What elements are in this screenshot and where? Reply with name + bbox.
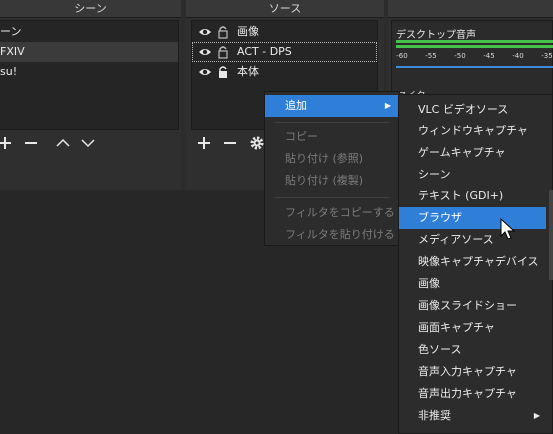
submenu-item[interactable]: ウィンドウキャプチャ bbox=[399, 120, 552, 142]
submenu-item[interactable]: VLC ビデオソース bbox=[399, 99, 552, 121]
menu-item-copy-filters[interactable]: フィルタをコピーする bbox=[265, 202, 399, 224]
meter-scale: -60 -55 -50 -45 -40 -35 bbox=[396, 0, 553, 60]
meter-tick: -50 bbox=[454, 52, 466, 60]
source-item-label: 本体 bbox=[237, 65, 259, 78]
source-item[interactable]: 本体 bbox=[192, 62, 377, 82]
menu-item-paste-duplicate-label: 貼り付け (複製) bbox=[285, 174, 364, 187]
down-icon[interactable] bbox=[77, 130, 99, 156]
submenu-item[interactable]: 音声出力キャプチャ bbox=[399, 383, 552, 405]
scenes-dock-title: シーン bbox=[0, 0, 181, 18]
meter-tick: -60 bbox=[396, 52, 408, 60]
scene-item[interactable]: su! bbox=[0, 62, 178, 82]
menu-item-copy-filters-label: フィルタをコピーする bbox=[285, 206, 395, 219]
sources-dock-title: ソース bbox=[186, 0, 384, 18]
menu-item-paste-filters[interactable]: フィルタを貼り付ける bbox=[265, 224, 399, 246]
submenu-item[interactable]: ゲームキャプチャ bbox=[399, 142, 552, 164]
submenu-item-deprecated[interactable]: 非推奨 ▶ bbox=[399, 405, 552, 427]
menu-item-copy[interactable]: コピー bbox=[265, 126, 399, 148]
submenu-arrow-icon: ▶ bbox=[384, 101, 391, 110]
up-icon[interactable] bbox=[52, 130, 74, 156]
scenes-list[interactable]: ーン FXIV su! bbox=[0, 20, 179, 130]
scene-item[interactable]: ーン bbox=[0, 22, 178, 42]
meter-tick: -45 bbox=[483, 52, 495, 60]
submenu-item-label: 色ソース bbox=[418, 343, 462, 356]
lock-icon[interactable] bbox=[216, 25, 230, 39]
volume-slider-track[interactable] bbox=[396, 66, 553, 68]
submenu-item-label: 映像キャプチャデバイス bbox=[418, 255, 539, 268]
source-item-label: 画像 bbox=[237, 25, 259, 38]
menu-item-paste-reference-label: 貼り付け (参照) bbox=[285, 152, 364, 165]
menu-separator bbox=[275, 197, 389, 198]
submenu-item-label: VLC ビデオソース bbox=[418, 103, 509, 116]
scene-item-label: ーン bbox=[0, 25, 22, 38]
submenu-item-label: ゲームキャプチャ bbox=[418, 146, 506, 159]
source-item-label: ACT - DPS bbox=[237, 45, 292, 58]
minus-icon[interactable] bbox=[20, 130, 42, 156]
submenu-item[interactable]: テキスト (GDI+) bbox=[399, 185, 552, 207]
lock-icon[interactable] bbox=[216, 65, 230, 79]
submenu-item-browser[interactable]: ブラウザ bbox=[399, 207, 546, 229]
plus-icon[interactable] bbox=[0, 130, 16, 156]
scenes-toolbar bbox=[0, 130, 181, 156]
submenu-item[interactable]: メディアソース bbox=[399, 229, 552, 251]
menu-item-copy-label: コピー bbox=[285, 130, 318, 143]
submenu-item-label: ウィンドウキャプチャ bbox=[418, 124, 528, 137]
submenu-item-label: 画像 bbox=[418, 277, 440, 290]
scene-item-label: FXIV bbox=[0, 45, 25, 58]
submenu-item-label: テキスト (GDI+) bbox=[418, 189, 504, 202]
eye-icon[interactable] bbox=[198, 65, 212, 79]
menu-separator bbox=[275, 122, 389, 123]
submenu-arrow-icon: ▶ bbox=[533, 411, 540, 420]
submenu-item-label: 音声出力キャプチャ bbox=[418, 387, 517, 400]
submenu-item[interactable]: 色ソース bbox=[399, 339, 552, 361]
meter-tick: -55 bbox=[425, 52, 437, 60]
scenes-dock: シーン ーン FXIV su! bbox=[0, 0, 181, 190]
submenu-item-label: ブラウザ bbox=[418, 211, 462, 224]
context-menu: 追加 ▶ コピー 貼り付け (参照) 貼り付け (複製) フィルタをコピーする … bbox=[264, 91, 400, 246]
submenu-item-label: 音声入力キャプチャ bbox=[418, 365, 517, 378]
submenu-item-label: 非推奨 bbox=[418, 409, 451, 422]
menu-item-paste-duplicate[interactable]: 貼り付け (複製) bbox=[265, 170, 399, 192]
menu-item-add[interactable]: 追加 ▶ bbox=[265, 95, 399, 117]
lock-icon[interactable] bbox=[216, 45, 230, 59]
submenu-item-label: メディアソース bbox=[418, 233, 494, 246]
submenu-item[interactable]: シーン bbox=[399, 164, 552, 186]
eye-icon[interactable] bbox=[198, 25, 212, 39]
minus-icon[interactable] bbox=[219, 130, 241, 156]
submenu-item-label: 画像スライドショー bbox=[418, 299, 517, 312]
submenu-item[interactable]: 画像スライドショー bbox=[399, 295, 552, 317]
mouse-cursor-icon bbox=[500, 218, 516, 240]
scene-item-label: su! bbox=[0, 65, 18, 78]
menu-item-add-label: 追加 bbox=[285, 99, 307, 112]
submenu-item[interactable]: 映像キャプチャデバイス bbox=[399, 251, 552, 273]
source-item[interactable]: 画像 bbox=[192, 22, 377, 42]
submenu-item[interactable]: 音声入力キャプチャ bbox=[399, 361, 552, 383]
submenu-scrollbar[interactable] bbox=[549, 190, 553, 280]
source-item[interactable]: ACT - DPS bbox=[192, 42, 377, 62]
submenu-item-label: シーン bbox=[418, 168, 451, 181]
menu-item-paste-filters-label: フィルタを貼り付ける bbox=[285, 228, 395, 241]
eye-icon[interactable] bbox=[198, 45, 212, 59]
meter-tick: -35 bbox=[541, 52, 553, 60]
submenu-item-label: 画面キャプチャ bbox=[418, 321, 495, 334]
meter-tick: -40 bbox=[512, 52, 524, 60]
add-source-submenu: VLC ビデオソース ウィンドウキャプチャ ゲームキャプチャ シーン テキスト … bbox=[398, 94, 553, 434]
submenu-item[interactable]: 画像 bbox=[399, 273, 552, 295]
plus-icon[interactable] bbox=[193, 130, 215, 156]
menu-item-paste-reference[interactable]: 貼り付け (参照) bbox=[265, 148, 399, 170]
submenu-item[interactable]: 画面キャプチャ bbox=[399, 317, 552, 339]
scene-item[interactable]: FXIV bbox=[0, 42, 178, 62]
